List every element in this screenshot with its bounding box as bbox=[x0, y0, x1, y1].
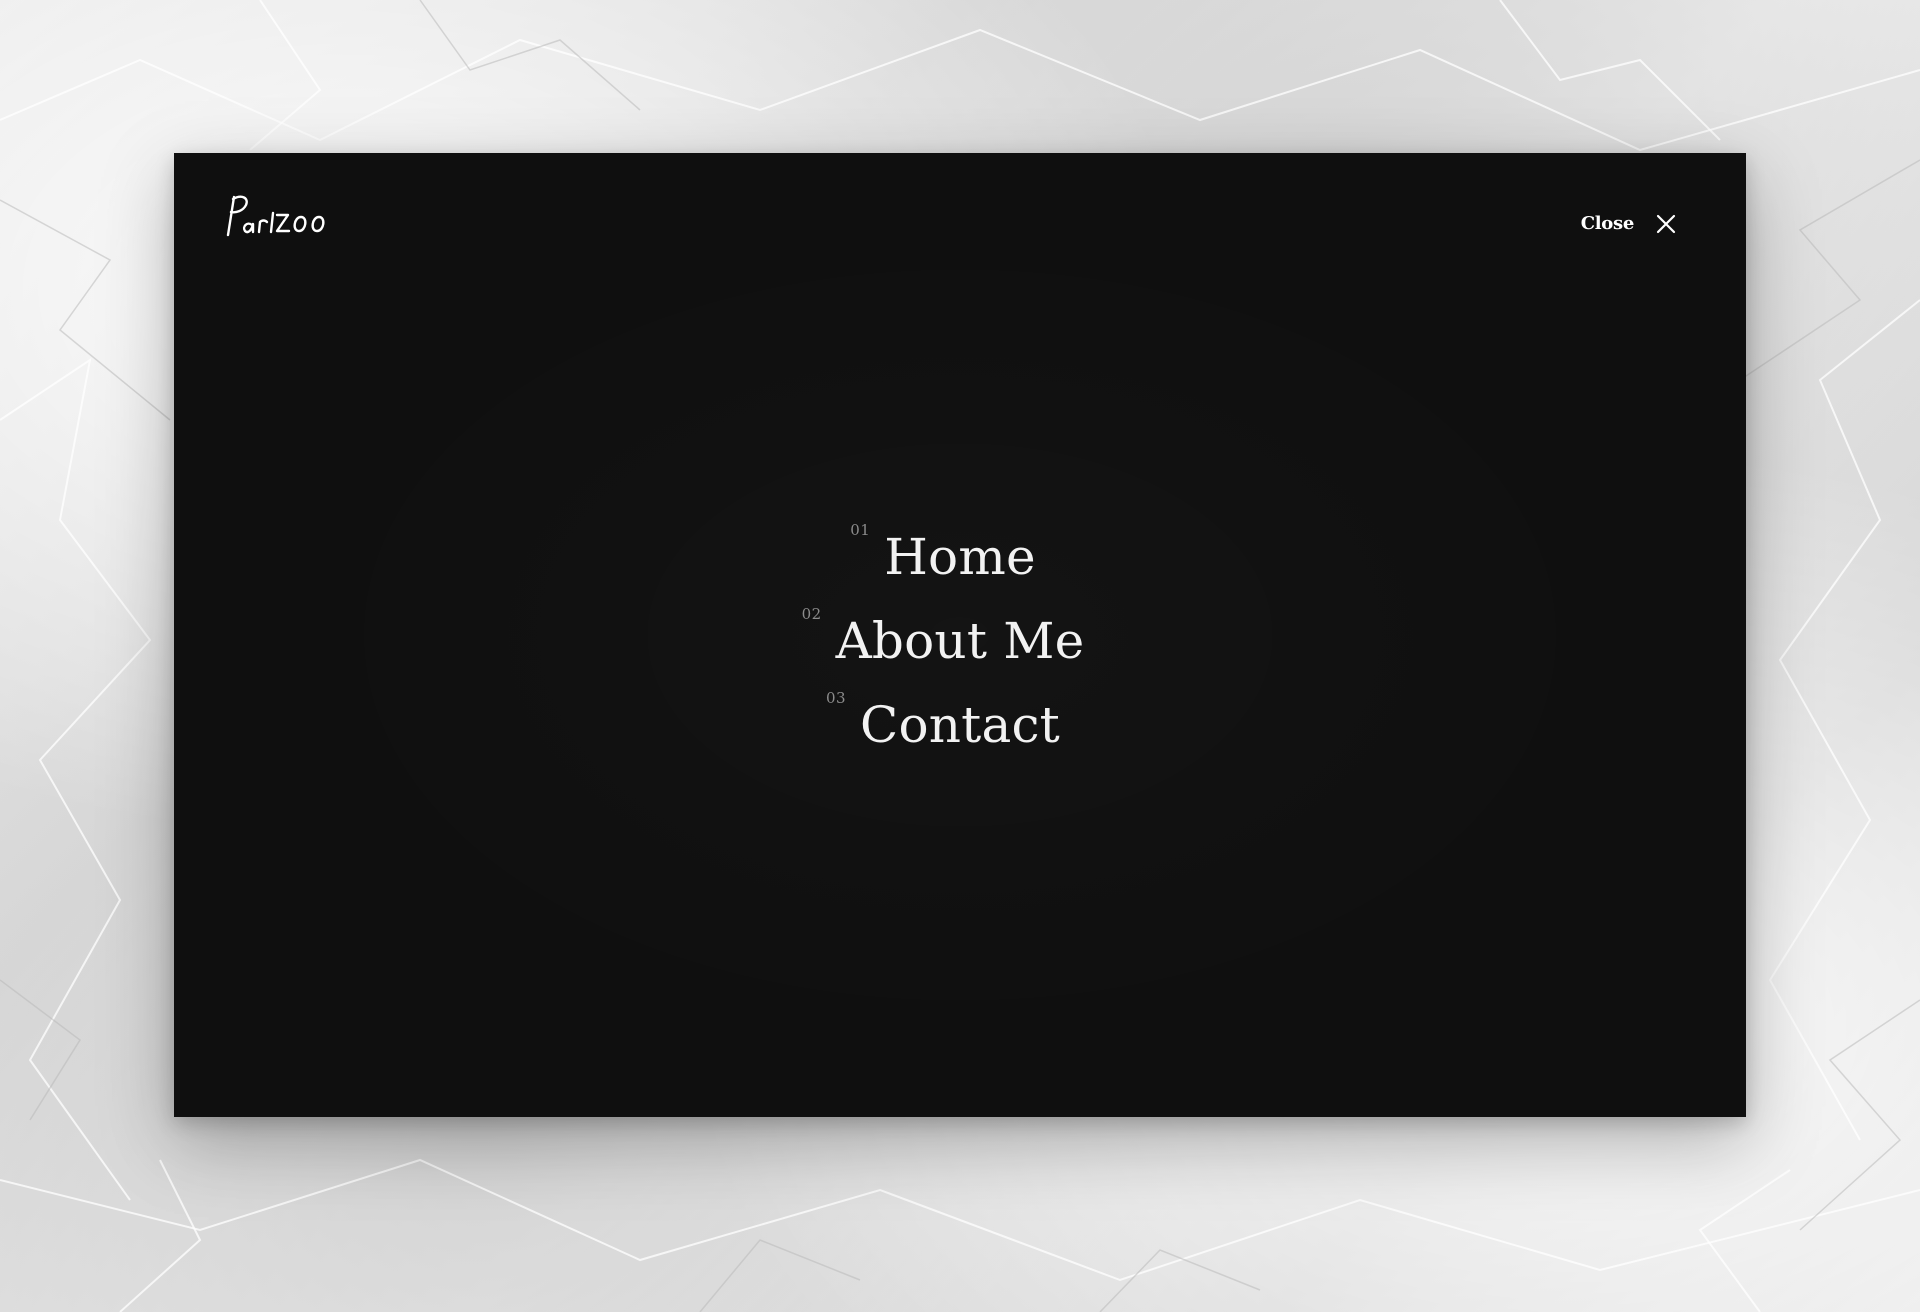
nav-item-home[interactable]: 01 Home bbox=[850, 515, 1036, 599]
close-label: Close bbox=[1580, 213, 1635, 234]
nav-item-about-me[interactable]: 02 About Me bbox=[802, 599, 1085, 683]
close-menu-button[interactable]: Close bbox=[1581, 213, 1676, 234]
nav-item-label: Home bbox=[884, 528, 1036, 586]
nav-item-number: 02 bbox=[801, 605, 822, 623]
close-icon[interactable] bbox=[1656, 214, 1676, 234]
logo-wordmark[interactable] bbox=[222, 191, 332, 241]
nav-item-label: About Me bbox=[835, 612, 1085, 670]
nav-item-label: Contact bbox=[860, 696, 1060, 754]
nav-item-contact[interactable]: 03 Contact bbox=[826, 683, 1060, 767]
menu-overlay: Close 01 Home 02 About Me 03 Contact bbox=[174, 153, 1746, 1117]
main-navigation: 01 Home 02 About Me 03 Contact bbox=[174, 515, 1746, 767]
logo-icon bbox=[226, 195, 325, 237]
nav-item-number: 03 bbox=[826, 689, 847, 707]
nav-item-number: 01 bbox=[850, 521, 871, 539]
